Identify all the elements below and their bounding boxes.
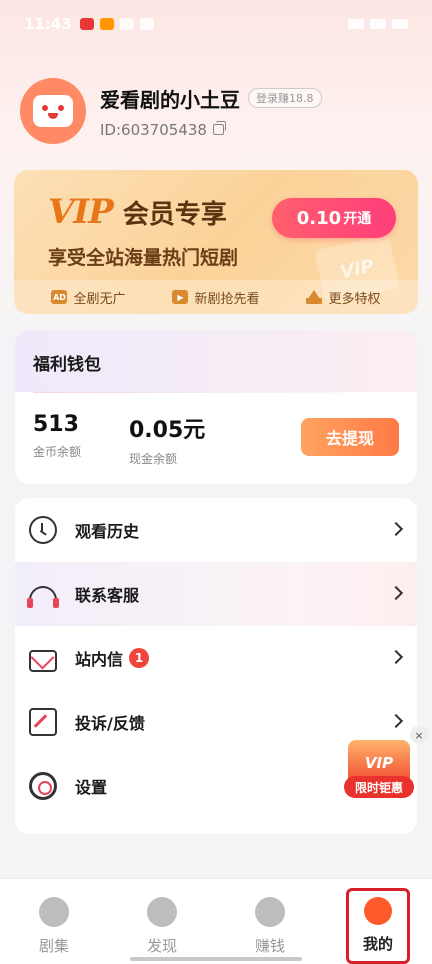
vip-card[interactable]: VIP 会员专享 享受全站海量热门短剧 VIP 0.10 开通 AD 全剧无广 … [14,170,418,314]
notification-sync-icon [119,18,134,30]
chevron-right-icon [388,649,404,665]
play-icon: ▶ [172,290,189,304]
film-reel-icon [39,897,69,927]
cash-balance[interactable]: 0.05元 现金余额 [129,412,205,467]
menu-item-history[interactable]: 观看历史 [15,498,417,562]
coin-balance[interactable]: 513 金币余额 [33,412,81,460]
nav-label: 赚钱 [254,937,285,955]
menu-item-label: 投诉/反馈 [75,714,145,733]
vip-benefits: AD 全剧无广 ▶ 新剧抢先看 更多特权 [14,280,418,314]
wifi-icon [370,19,386,29]
login-reward-tag[interactable]: 登录赚18.8 [248,88,322,108]
status-time: 11:43 [24,15,72,33]
benefit-label: 更多特权 [328,291,381,307]
menu-item-label: 观看历史 [75,522,140,541]
benefit-label: 新剧抢先看 [194,291,260,307]
clock-icon [29,516,57,544]
crown-icon [306,290,323,304]
menu-item-label: 站内信 [75,650,124,669]
gear-icon [29,772,57,800]
tv-face-icon [33,95,73,127]
user-id: ID:603705438 [100,120,207,139]
limited-offer-promo[interactable]: VIP 限时钜惠 × [342,726,428,802]
cash-balance-label: 现金余额 [129,452,178,466]
chevron-right-icon [388,713,404,729]
notification-video-icon [99,18,114,30]
home-indicator[interactable] [130,957,302,961]
coin-balance-value: 513 [33,412,79,437]
ad-icon: AD [51,290,68,304]
divider [33,392,399,393]
nav-item-discover[interactable]: 发现 [108,879,216,964]
nav-label: 发现 [146,937,177,955]
menu-item-customer-service[interactable]: 联系客服 [15,562,417,626]
benefit-more: 更多特权 [306,288,381,307]
vip-title: 会员专享 [122,199,227,230]
planet-icon [147,897,177,927]
benefit-early-access: ▶ 新剧抢先看 [172,288,260,307]
unread-badge: 1 [129,648,150,668]
notification-app-icon [79,18,94,30]
cash-balance-value: 0.05元 [129,418,206,443]
signal-icon [348,19,364,29]
status-indicators [348,19,408,29]
promo-label: 限时钜惠 [344,776,414,798]
nav-label: 剧集 [38,937,69,955]
coin-balance-label: 金币余额 [33,445,82,459]
chevron-right-icon [388,585,404,601]
status-bar: 11:43 [0,0,432,48]
wallet-title: 福利钱包 [15,330,417,392]
avatar[interactable] [20,78,86,144]
gift-icon [255,897,285,927]
nav-item-series[interactable]: 剧集 [0,879,108,964]
user-name: 爱看剧的小土豆 [100,87,240,112]
mail-icon [29,650,57,672]
vip-open-button[interactable]: 0.10 开通 [272,198,396,238]
copy-icon[interactable] [212,121,226,135]
chevron-right-icon [388,521,404,537]
wallet-card: 福利钱包 513 金币余额 0.05元 现金余额 去提现 [15,330,417,484]
profile-header[interactable]: 爱看剧的小土豆 登录赚18.8 ID:603705438 [20,78,322,144]
close-icon[interactable]: × [410,726,428,744]
menu-item-label: 联系客服 [75,586,140,605]
benefit-no-ads: AD 全剧无广 [51,288,126,307]
active-tab-highlight [346,888,410,964]
notification-misc-icon [139,18,154,30]
benefit-label: 全剧无广 [73,291,126,307]
battery-icon [392,19,408,29]
headset-icon [27,586,59,608]
nav-item-earn[interactable]: 赚钱 [216,879,324,964]
edit-icon [29,708,57,736]
vip-logo: VIP [48,192,114,232]
vip-price: 0.10 [296,207,342,229]
menu-item-label: 设置 [75,778,108,797]
vip-subtitle: 享受全站海量热门短剧 [48,247,239,269]
vip-open-label: 开通 [343,211,372,227]
menu-item-messages[interactable]: 站内信 1 [15,626,417,690]
withdraw-button[interactable]: 去提现 [301,418,399,456]
